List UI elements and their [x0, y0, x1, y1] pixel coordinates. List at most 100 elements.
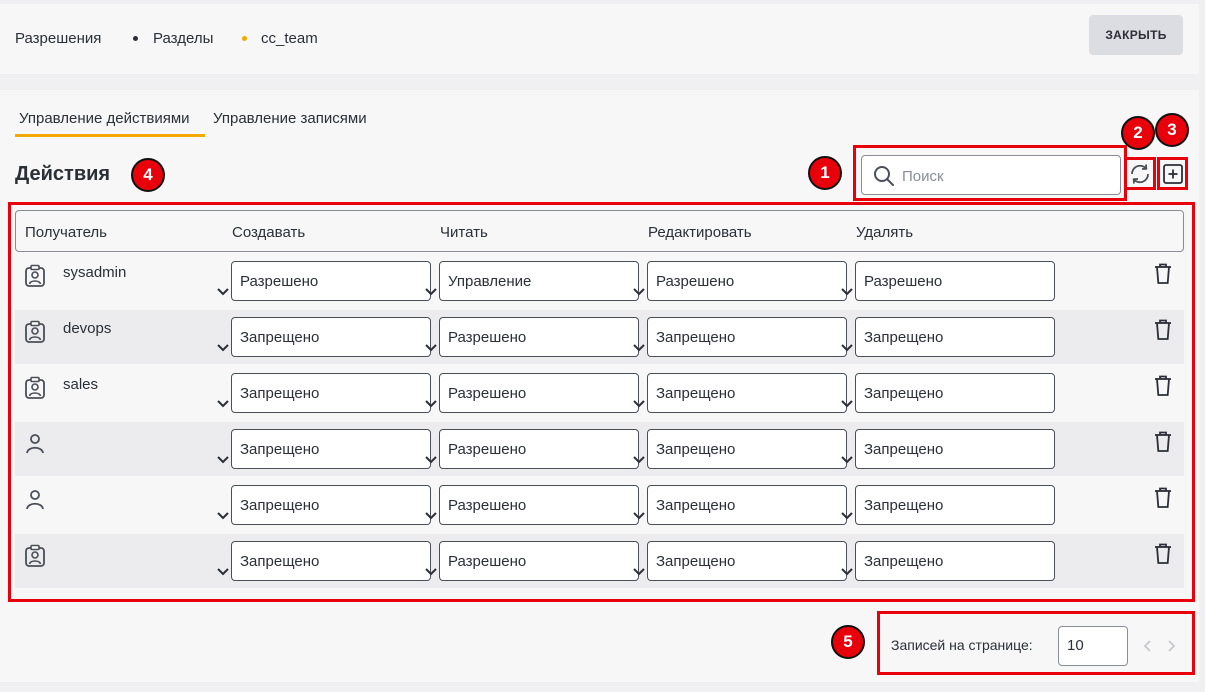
tab-record-management[interactable]: Управление записями [213, 110, 367, 127]
select-value: Разрешено [656, 273, 735, 290]
delete-permission-select[interactable]: Запрещено [841, 485, 1055, 525]
breadcrumb-item-current: cc_team [261, 30, 318, 47]
select-value: Запрещено [864, 329, 944, 346]
trash-icon[interactable] [1152, 430, 1174, 459]
search-field[interactable] [861, 155, 1121, 195]
table-row: devops Запрещено Разрешено Запрещено Запреще… [15, 310, 1184, 364]
select-value: Разрешено [448, 497, 527, 514]
select-value: Запрещено [656, 329, 736, 346]
select-value: Разрешено [448, 385, 527, 402]
search-input[interactable] [902, 165, 1112, 187]
create-permission-select[interactable]: Запрещено [217, 373, 431, 413]
recipient-name: devops [63, 320, 112, 337]
create-permission-select[interactable]: Запрещено [217, 317, 431, 357]
annotation-marker-4: 4 [131, 158, 165, 192]
select-value: Разрешено [240, 273, 319, 290]
annotation-marker-2: 2 [1121, 116, 1155, 150]
annotation-marker-5: 5 [831, 625, 865, 659]
annotation-marker-1: 1 [808, 156, 842, 190]
add-button[interactable] [1160, 161, 1186, 187]
select-value: Запрещено [656, 385, 736, 402]
user-icon [24, 432, 46, 461]
read-permission-select[interactable]: Разрешено [425, 317, 639, 357]
trash-icon[interactable] [1152, 262, 1174, 291]
column-header-edit: Редактировать [648, 224, 752, 241]
select-value: Запрещено [240, 497, 320, 514]
chevron-left-icon[interactable] [1142, 639, 1154, 653]
refresh-icon [1131, 164, 1149, 184]
read-permission-select[interactable]: Разрешено [425, 373, 639, 413]
select-value: Запрещено [240, 553, 320, 570]
table-row: Запрещено Разрешено Запрещено Запрещено [15, 534, 1184, 588]
create-permission-select[interactable]: Запрещено [217, 429, 431, 469]
search-icon [874, 166, 894, 186]
recipient-name: sysadmin [63, 264, 127, 281]
edit-permission-select[interactable]: Запрещено [633, 429, 847, 469]
select-value: Разрешено [448, 441, 527, 458]
select-value: Управление [448, 273, 532, 290]
section-title: Действия [15, 163, 111, 185]
recipient-name: sales [63, 376, 99, 393]
select-value: Запрещено [240, 441, 320, 458]
select-value: Запрещено [864, 441, 944, 458]
group-icon [24, 376, 46, 405]
breadcrumb-item-sections[interactable]: Разделы [153, 30, 213, 47]
create-permission-select[interactable]: Запрещено [217, 485, 431, 525]
edit-permission-select[interactable]: Запрещено [633, 541, 847, 581]
column-header-recipient: Получатель [25, 224, 107, 241]
trash-icon[interactable] [1152, 486, 1174, 515]
group-icon [24, 544, 46, 573]
tab-action-management[interactable]: Управление действиями [19, 110, 190, 127]
table-row: sysadmin Разрешено Управление Разрешено Разр… [15, 254, 1184, 308]
add-icon [1163, 164, 1183, 184]
refresh-button[interactable] [1127, 161, 1153, 187]
annotation-marker-3: 3 [1155, 113, 1189, 147]
select-value: Разрешено [448, 553, 527, 570]
edit-permission-select[interactable]: Разрешено [633, 261, 847, 301]
read-permission-select[interactable]: Управление [425, 261, 639, 301]
edit-permission-select[interactable]: Запрещено [633, 317, 847, 357]
table-row: sales Запрещено Разрешено Запрещено Запрещен… [15, 366, 1184, 420]
breadcrumb-separator [133, 36, 138, 41]
delete-permission-select[interactable]: Запрещено [841, 429, 1055, 469]
create-permission-select[interactable]: Запрещено [217, 541, 431, 581]
trash-icon[interactable] [1152, 542, 1174, 571]
page-size-label: Записей на странице: [891, 637, 1033, 653]
select-value: Запрещено [240, 329, 320, 346]
select-value: Разрешено [864, 273, 943, 290]
trash-icon[interactable] [1152, 318, 1174, 347]
delete-permission-select[interactable]: Запрещено [841, 317, 1055, 357]
page-size-input[interactable]: 10 [1058, 626, 1128, 666]
delete-permission-select[interactable]: Запрещено [841, 541, 1055, 581]
select-value: Запрещено [656, 441, 736, 458]
active-tab-indicator [15, 134, 205, 137]
column-header-delete: Удалять [856, 224, 914, 241]
group-icon [24, 264, 46, 293]
chevron-right-icon[interactable] [1165, 639, 1177, 653]
select-value: Запрещено [656, 497, 736, 514]
trash-icon[interactable] [1152, 374, 1174, 403]
close-button[interactable]: ЗАКРЫТЬ [1089, 15, 1183, 55]
user-icon [24, 488, 46, 517]
select-value: Запрещено [864, 497, 944, 514]
column-header-create: Создавать [232, 224, 306, 241]
group-icon [24, 320, 46, 349]
column-header-read: Читать [440, 224, 488, 241]
select-value: Запрещено [864, 385, 944, 402]
select-value: Разрешено [448, 329, 527, 346]
read-permission-select[interactable]: Разрешено [425, 485, 639, 525]
select-value: Запрещено [240, 385, 320, 402]
table-header: Получатель Создавать Читать Редактироват… [15, 210, 1184, 252]
edit-permission-select[interactable]: Запрещено [633, 373, 847, 413]
create-permission-select[interactable]: Разрешено [217, 261, 431, 301]
breadcrumb-item-permissions[interactable]: Разрешения [15, 30, 101, 47]
select-value: Запрещено [864, 553, 944, 570]
read-permission-select[interactable]: Разрешено [425, 429, 639, 469]
table-row: Запрещено Разрешено Запрещено Запрещено [15, 478, 1184, 532]
breadcrumb-separator-active [242, 36, 247, 41]
select-value: Запрещено [656, 553, 736, 570]
delete-permission-select[interactable]: Запрещено [841, 373, 1055, 413]
read-permission-select[interactable]: Разрешено [425, 541, 639, 581]
delete-permission-select[interactable]: Разрешено [841, 261, 1055, 301]
edit-permission-select[interactable]: Запрещено [633, 485, 847, 525]
